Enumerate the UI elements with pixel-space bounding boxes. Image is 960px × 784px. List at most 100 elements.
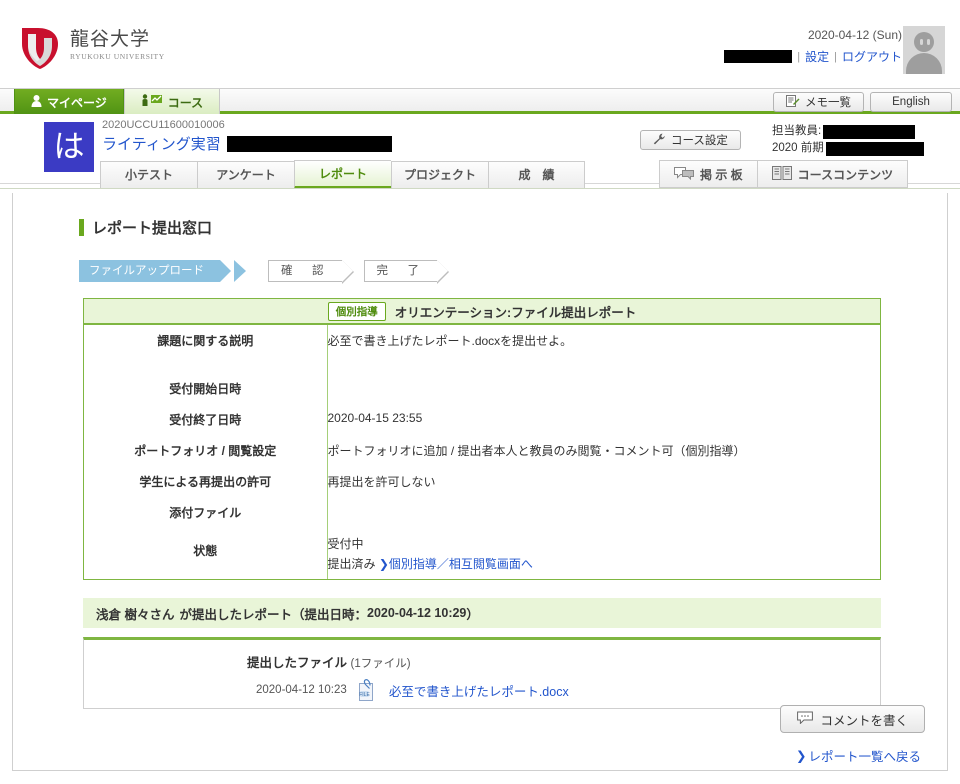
teacher-info: 担当教員: 2020 前期 — [772, 123, 924, 157]
row-label-end-date: 受付終了日時 — [84, 404, 328, 435]
settings-link[interactable]: 設定 — [805, 48, 829, 65]
teacher-label: 担当教員: — [772, 125, 822, 137]
header-divider — [0, 188, 960, 189]
english-label: English — [892, 96, 930, 108]
status-submitted-row: 提出済み ❯個別指導／相互閲覧画面へ — [328, 555, 881, 572]
nav-tab-mypage-label: マイページ — [47, 95, 107, 110]
step-chevron-icon — [234, 260, 246, 282]
page-title: レポート提出窓口 — [79, 217, 947, 238]
write-comment-label: コメントを書く — [820, 713, 908, 728]
course-meta: 2020UCCU11600010006 ライティング実習 — [102, 118, 392, 154]
course-title-link[interactable]: ライティング実習 — [102, 133, 221, 154]
logo-japanese-name: 龍谷大学 — [70, 29, 151, 50]
wrench-icon — [653, 133, 666, 148]
nav-tab-course[interactable]: コース — [123, 89, 221, 115]
status-submitted-text: 提出済み — [327, 557, 376, 571]
row-value-description: 必至で書き上げたレポート.docxを提出せよ。 — [327, 334, 573, 348]
submitted-files-title-row: 提出したファイル (1ファイル) — [247, 652, 411, 671]
tab-bulletin-board-label: 掲 示 板 — [700, 167, 743, 182]
top-header: 龍谷大学 RYUKOKU UNIVERSITY 2020-04-12 (Sun)… — [0, 0, 960, 88]
tab-bulletin-board[interactable]: 掲 示 板 — [659, 160, 757, 188]
tab-course-contents[interactable]: コースコンテンツ — [756, 160, 909, 188]
chevron-right-small-icon: ❯ — [796, 749, 807, 763]
tab-quiz[interactable]: 小テスト — [100, 161, 197, 189]
status-accepting: 受付中 — [327, 537, 364, 551]
course-chart-icon — [141, 94, 163, 110]
step-file-upload: ファイルアップロード — [79, 260, 231, 282]
global-nav-actions: メモ一覧 English — [773, 89, 952, 115]
tab-grades[interactable]: 成 績 — [488, 161, 585, 189]
user-header-block: 2020-04-12 (Sun) | 設定 | ログアウト — [724, 26, 950, 74]
row-value-start-date — [327, 356, 880, 404]
speech-bubble-icon — [797, 711, 814, 727]
row-label-portfolio: ポートフォリオ / 閲覧設定 — [84, 435, 328, 466]
course-tabs: 小テスト アンケート レポート プロジェクト 成 績 — [100, 160, 585, 189]
row-value-end-date: 2020-04-15 23:55 — [327, 411, 423, 425]
step-complete: 完 了 — [363, 260, 449, 284]
submission-datetime: 2020-04-12 10:29 — [367, 606, 467, 620]
course-settings-label: コース設定 — [671, 135, 728, 147]
step-indicator: ファイルアップロード 確 認 完 了 — [79, 260, 947, 284]
list-item: 2020-04-12 10:23 FILE 必至で書き上げたレポート.docx — [256, 678, 569, 702]
teacher-name-redacted — [823, 124, 916, 139]
tab-survey[interactable]: アンケート — [197, 161, 294, 189]
memo-pencil-icon — [786, 94, 800, 110]
row-label-status: 状態 — [84, 528, 328, 579]
course-settings-wrap: コース設定 — [640, 130, 741, 150]
back-link-label: レポート一覧へ戻る — [808, 750, 921, 764]
english-language-button[interactable]: English — [870, 92, 952, 112]
row-value-attachment — [327, 497, 880, 528]
user-name-redacted — [724, 50, 793, 63]
assignment-title: オリエンテーション:ファイル提出レポート — [394, 305, 637, 320]
course-tabs-secondary: 掲 示 板 コースコンテンツ — [659, 160, 909, 188]
title-accent-bar — [79, 219, 84, 236]
logo-text: 龍谷大学 RYUKOKU UNIVERSITY — [70, 24, 165, 62]
back-to-report-list-link[interactable]: ❯ レポート一覧へ戻る — [796, 746, 921, 765]
row-label-description: 課題に関する説明 — [84, 325, 328, 356]
logo-english-name: RYUKOKU UNIVERSITY — [70, 52, 165, 61]
chevron-right-icon: ❯ — [378, 557, 389, 571]
avatar-head — [914, 32, 934, 52]
teacher-row: 担当教員: — [772, 123, 924, 140]
term-label: 2020 前期 — [772, 142, 824, 154]
submitted-files-box: 提出したファイル (1ファイル) 2020-04-12 10:23 FILE 必… — [83, 637, 881, 709]
submission-header-bar: 浅倉 樹々さん が提出したレポート（提出日時： 2020-04-12 10:29… — [83, 598, 881, 628]
memo-list-button[interactable]: メモ一覧 — [773, 92, 864, 112]
logout-link[interactable]: ログアウト — [842, 48, 902, 65]
user-avatar-icon[interactable] — [903, 26, 945, 74]
course-badge: は — [44, 122, 94, 172]
table-row: 学生による再提出の許可 再提出を許可しない — [84, 466, 880, 497]
step-confirm: 確 認 — [268, 260, 353, 284]
global-nav-tabs: マイページ コース — [14, 89, 221, 115]
file-attachment-icon[interactable]: FILE — [357, 678, 379, 702]
avatar-body — [906, 53, 942, 74]
tab-course-contents-label: コースコンテンツ — [797, 167, 894, 182]
link-separator-1: | — [797, 50, 801, 63]
submission-header-close: ） — [466, 607, 479, 622]
row-value-resubmit: 再提出を許可しない — [327, 475, 436, 489]
status-detail-link[interactable]: 個別指導／相互閲覧画面へ — [389, 557, 533, 571]
tab-report[interactable]: レポート — [294, 160, 391, 189]
nav-tab-course-label: コース — [167, 95, 204, 110]
submitted-file-link[interactable]: 必至で書き上げたレポート.docx — [389, 681, 569, 700]
memo-list-label: メモ一覧 — [805, 97, 851, 109]
site-logo[interactable]: 龍谷大学 RYUKOKU UNIVERSITY — [18, 24, 165, 70]
table-row: 状態 受付中 提出済み ❯個別指導／相互閲覧画面へ — [84, 528, 880, 579]
link-separator-2: | — [834, 50, 837, 63]
write-comment-button[interactable]: コメントを書く — [780, 705, 925, 733]
book-icon — [771, 165, 792, 183]
table-row: 受付開始日時 — [84, 356, 880, 404]
ryukoku-logo-icon — [18, 24, 62, 70]
course-settings-button[interactable]: コース設定 — [640, 130, 741, 150]
file-upload-date: 2020-04-12 10:23 — [256, 684, 347, 696]
table-row: 添付ファイル — [84, 497, 880, 528]
assignment-detail-box: 個別指導 オリエンテーション:ファイル提出レポート 課題に関する説明 必至で書き… — [83, 298, 881, 580]
main-panel: レポート提出窓口 ファイルアップロード 確 認 完 了 個別指導 オリエンテーシ… — [12, 193, 948, 771]
avatar-eye-right — [927, 39, 930, 45]
speech-bubbles-icon — [674, 166, 694, 183]
nav-tab-mypage[interactable]: マイページ — [14, 89, 124, 115]
avatar-eye-left — [920, 39, 923, 45]
course-code: 2020UCCU11600010006 — [102, 119, 225, 131]
assignment-detail-table: 課題に関する説明 必至で書き上げたレポート.docxを提出せよ。 受付開始日時 … — [84, 325, 880, 579]
tab-project[interactable]: プロジェクト — [391, 161, 488, 189]
